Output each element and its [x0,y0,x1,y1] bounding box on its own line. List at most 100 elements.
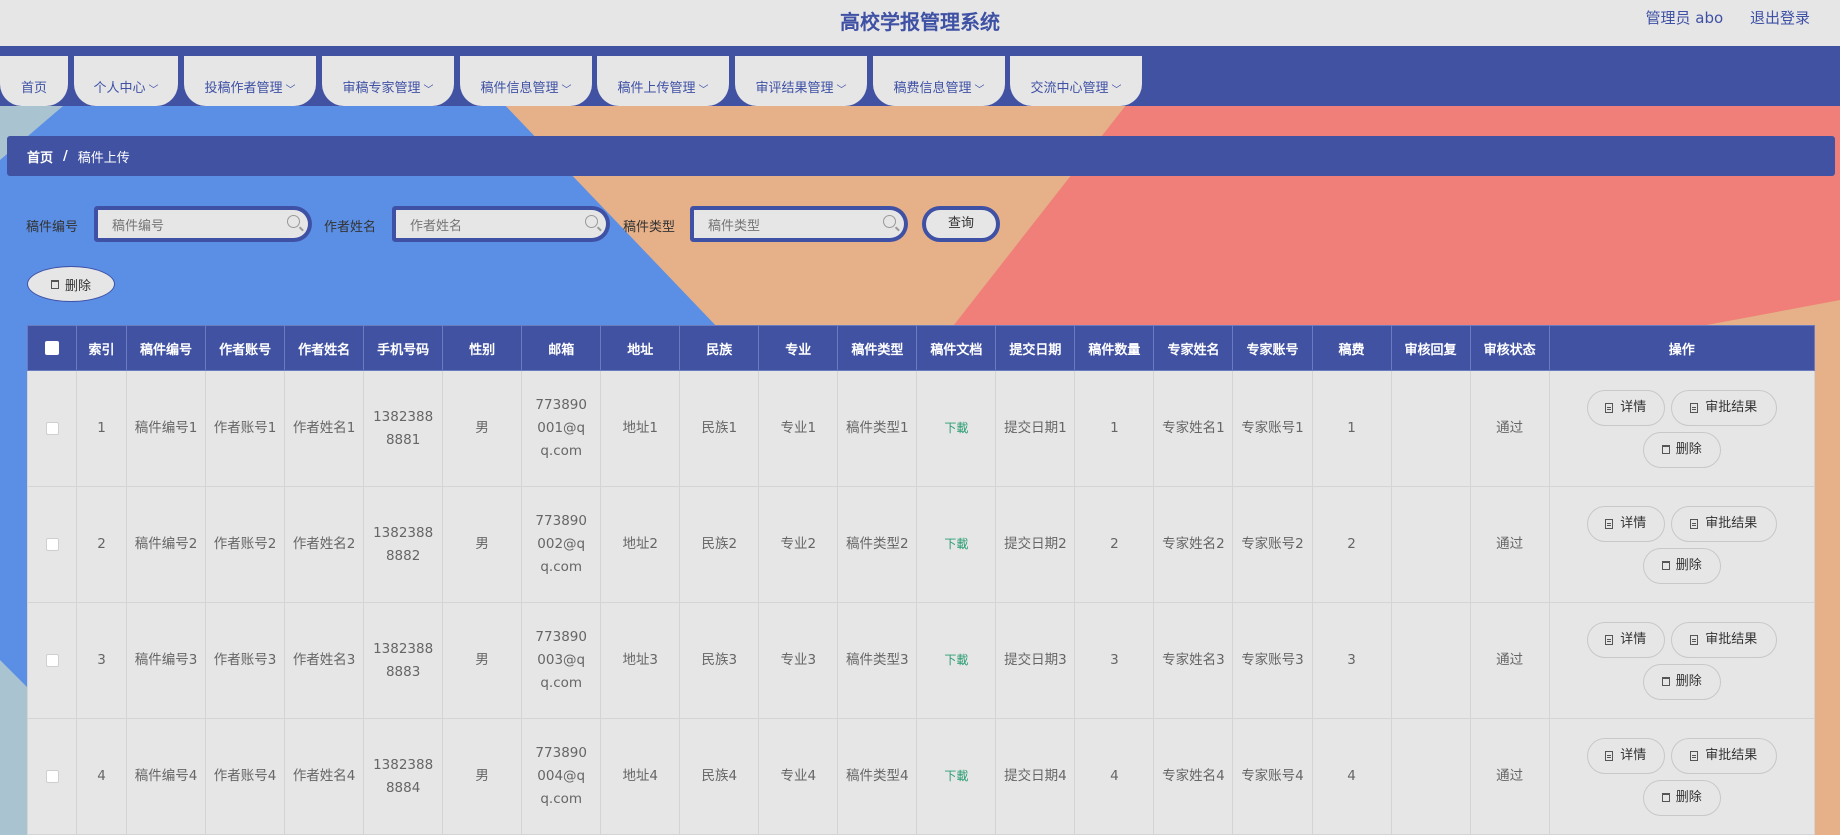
cell-address: 地址1 [600,370,681,487]
cell-status: 通过 [1469,486,1550,603]
chevron-down-icon: ﹀ [974,85,985,96]
column-header: 稿件数量 [1074,325,1155,371]
manuscript-code-input[interactable] [110,216,284,236]
delete-button[interactable]: 删除 [1642,431,1721,468]
detail-button[interactable]: 详情 [1586,505,1665,542]
detail-button[interactable]: 详情 [1586,621,1665,658]
cell-actions: 详情 审批结果 删除 [1548,486,1816,603]
cell-document: 下載 [916,370,997,487]
review-result-button[interactable]: 审批结果 [1670,505,1777,542]
column-header: 专业 [758,325,839,371]
download-link[interactable]: 下載 [944,537,968,551]
cell-expert-account: 专家账号4 [1232,718,1313,835]
cell-gender: 男 [442,718,523,835]
nav-tab-manuscript-info[interactable]: 稿件信息管理 ﹀ [460,56,592,106]
nav-tab-manuscript-upload[interactable]: 稿件上传管理 ﹀ [597,56,729,106]
document-icon [1690,750,1699,761]
chevron-down-icon: ﹀ [1111,85,1122,96]
manuscript-code-label: 稿件编号 [26,220,79,235]
manuscript-type-input[interactable] [706,216,880,236]
nav-tab-expert-management[interactable]: 审稿专家管理 ﹀ [322,56,454,106]
cell-expert-name: 专家姓名3 [1153,602,1234,719]
cell-ethnicity: 民族1 [679,370,760,487]
author-name-label: 作者姓名 [324,220,377,235]
batch-delete-label: 删除 [64,278,91,294]
breadcrumb-home[interactable]: 首页 [27,147,53,166]
select-all-header [26,325,78,371]
cell-author: 作者姓名4 [284,718,365,835]
cell-account: 作者账号3 [205,602,286,719]
row-checkbox[interactable] [45,769,59,783]
cell-author: 作者姓名2 [284,486,365,603]
cell-status: 通过 [1469,370,1550,487]
row-checkbox[interactable] [45,653,59,667]
review-result-button[interactable]: 审批结果 [1670,389,1777,426]
cell-fee: 3 [1311,602,1392,719]
cell-address: 地址4 [600,718,681,835]
nav-tab-review-results[interactable]: 审评结果管理 ﹀ [735,56,867,106]
cell-major: 专业2 [758,486,839,603]
author-name-input[interactable] [408,216,582,236]
row-select-cell [26,370,78,487]
table-row: 4 稿件编号4 作者账号4 作者姓名4 13823888884 男 773890… [26,718,1816,835]
cell-email: 773890003@qq.com [521,602,602,719]
delete-button[interactable]: 删除 [1642,663,1721,700]
nav-tab-personal-center[interactable]: 个人中心 ﹀ [74,56,178,106]
table-row: 1 稿件编号1 作者账号1 作者姓名1 13823888881 男 773890… [26,370,1816,487]
top-header: 高校学报管理系统 管理员 abo 退出登录 [0,0,1840,46]
nav-tab-label: 交流中心管理 [1030,81,1109,96]
detail-button[interactable]: 详情 [1586,737,1665,774]
select-all-checkbox[interactable] [45,341,59,355]
trash-icon [1661,445,1670,454]
delete-button[interactable]: 删除 [1642,547,1721,584]
batch-delete-button[interactable]: 删除 [27,266,115,302]
nav-tab-label: 审评结果管理 [755,81,834,96]
review-result-button[interactable]: 审批结果 [1670,621,1777,658]
nav-tab-fee-info[interactable]: 稿费信息管理 ﹀ [873,56,1005,106]
nav-tab-label: 稿件上传管理 [617,81,696,96]
column-header: 稿件类型 [837,325,918,371]
cell-ethnicity: 民族4 [679,718,760,835]
column-header: 稿件文档 [916,325,997,371]
column-header: 专家姓名 [1153,325,1234,371]
row-select-cell [26,486,78,603]
nav-tab-home[interactable]: 首页 [0,56,68,106]
cell-author: 作者姓名3 [284,602,365,719]
cell-reply [1390,602,1471,719]
download-link[interactable]: 下載 [944,769,968,783]
cell-major: 专业1 [758,370,839,487]
row-select-cell [26,718,78,835]
cell-expert-name: 专家姓名1 [1153,370,1234,487]
detail-label: 详情 [1620,748,1647,763]
column-header: 作者姓名 [284,325,365,371]
nav-tab-exchange-center[interactable]: 交流中心管理 ﹀ [1010,56,1142,106]
column-header: 民族 [679,325,760,371]
detail-button[interactable]: 详情 [1586,389,1665,426]
row-checkbox[interactable] [45,537,59,551]
detail-label: 详情 [1620,632,1647,647]
cell-phone: 13823888883 [363,602,444,719]
delete-label: 删除 [1675,442,1702,457]
download-link[interactable]: 下載 [944,421,968,435]
table-row: 2 稿件编号2 作者账号2 作者姓名2 13823888882 男 773890… [26,486,1816,603]
cell-type: 稿件类型1 [837,370,918,487]
cell-email: 773890001@qq.com [521,370,602,487]
admin-label: 管理员 abo [1645,9,1724,27]
logout-link[interactable]: 退出登录 [1750,9,1810,27]
cell-fee: 2 [1311,486,1392,603]
column-header: 地址 [600,325,681,371]
chevron-down-icon: ﹀ [285,85,296,96]
query-button[interactable]: 查询 [922,206,1000,242]
row-checkbox[interactable] [45,421,59,435]
row-select-cell [26,602,78,719]
delete-button[interactable]: 删除 [1642,779,1721,816]
cell-type: 稿件类型4 [837,718,918,835]
cell-count: 2 [1074,486,1155,603]
cell-account: 作者账号2 [205,486,286,603]
nav-tab-author-management[interactable]: 投稿作者管理 ﹀ [184,56,316,106]
cell-ethnicity: 民族3 [679,602,760,719]
review-result-button[interactable]: 审批结果 [1670,737,1777,774]
cell-major: 专业3 [758,602,839,719]
download-link[interactable]: 下載 [944,653,968,667]
cell-date: 提交日期3 [995,602,1076,719]
